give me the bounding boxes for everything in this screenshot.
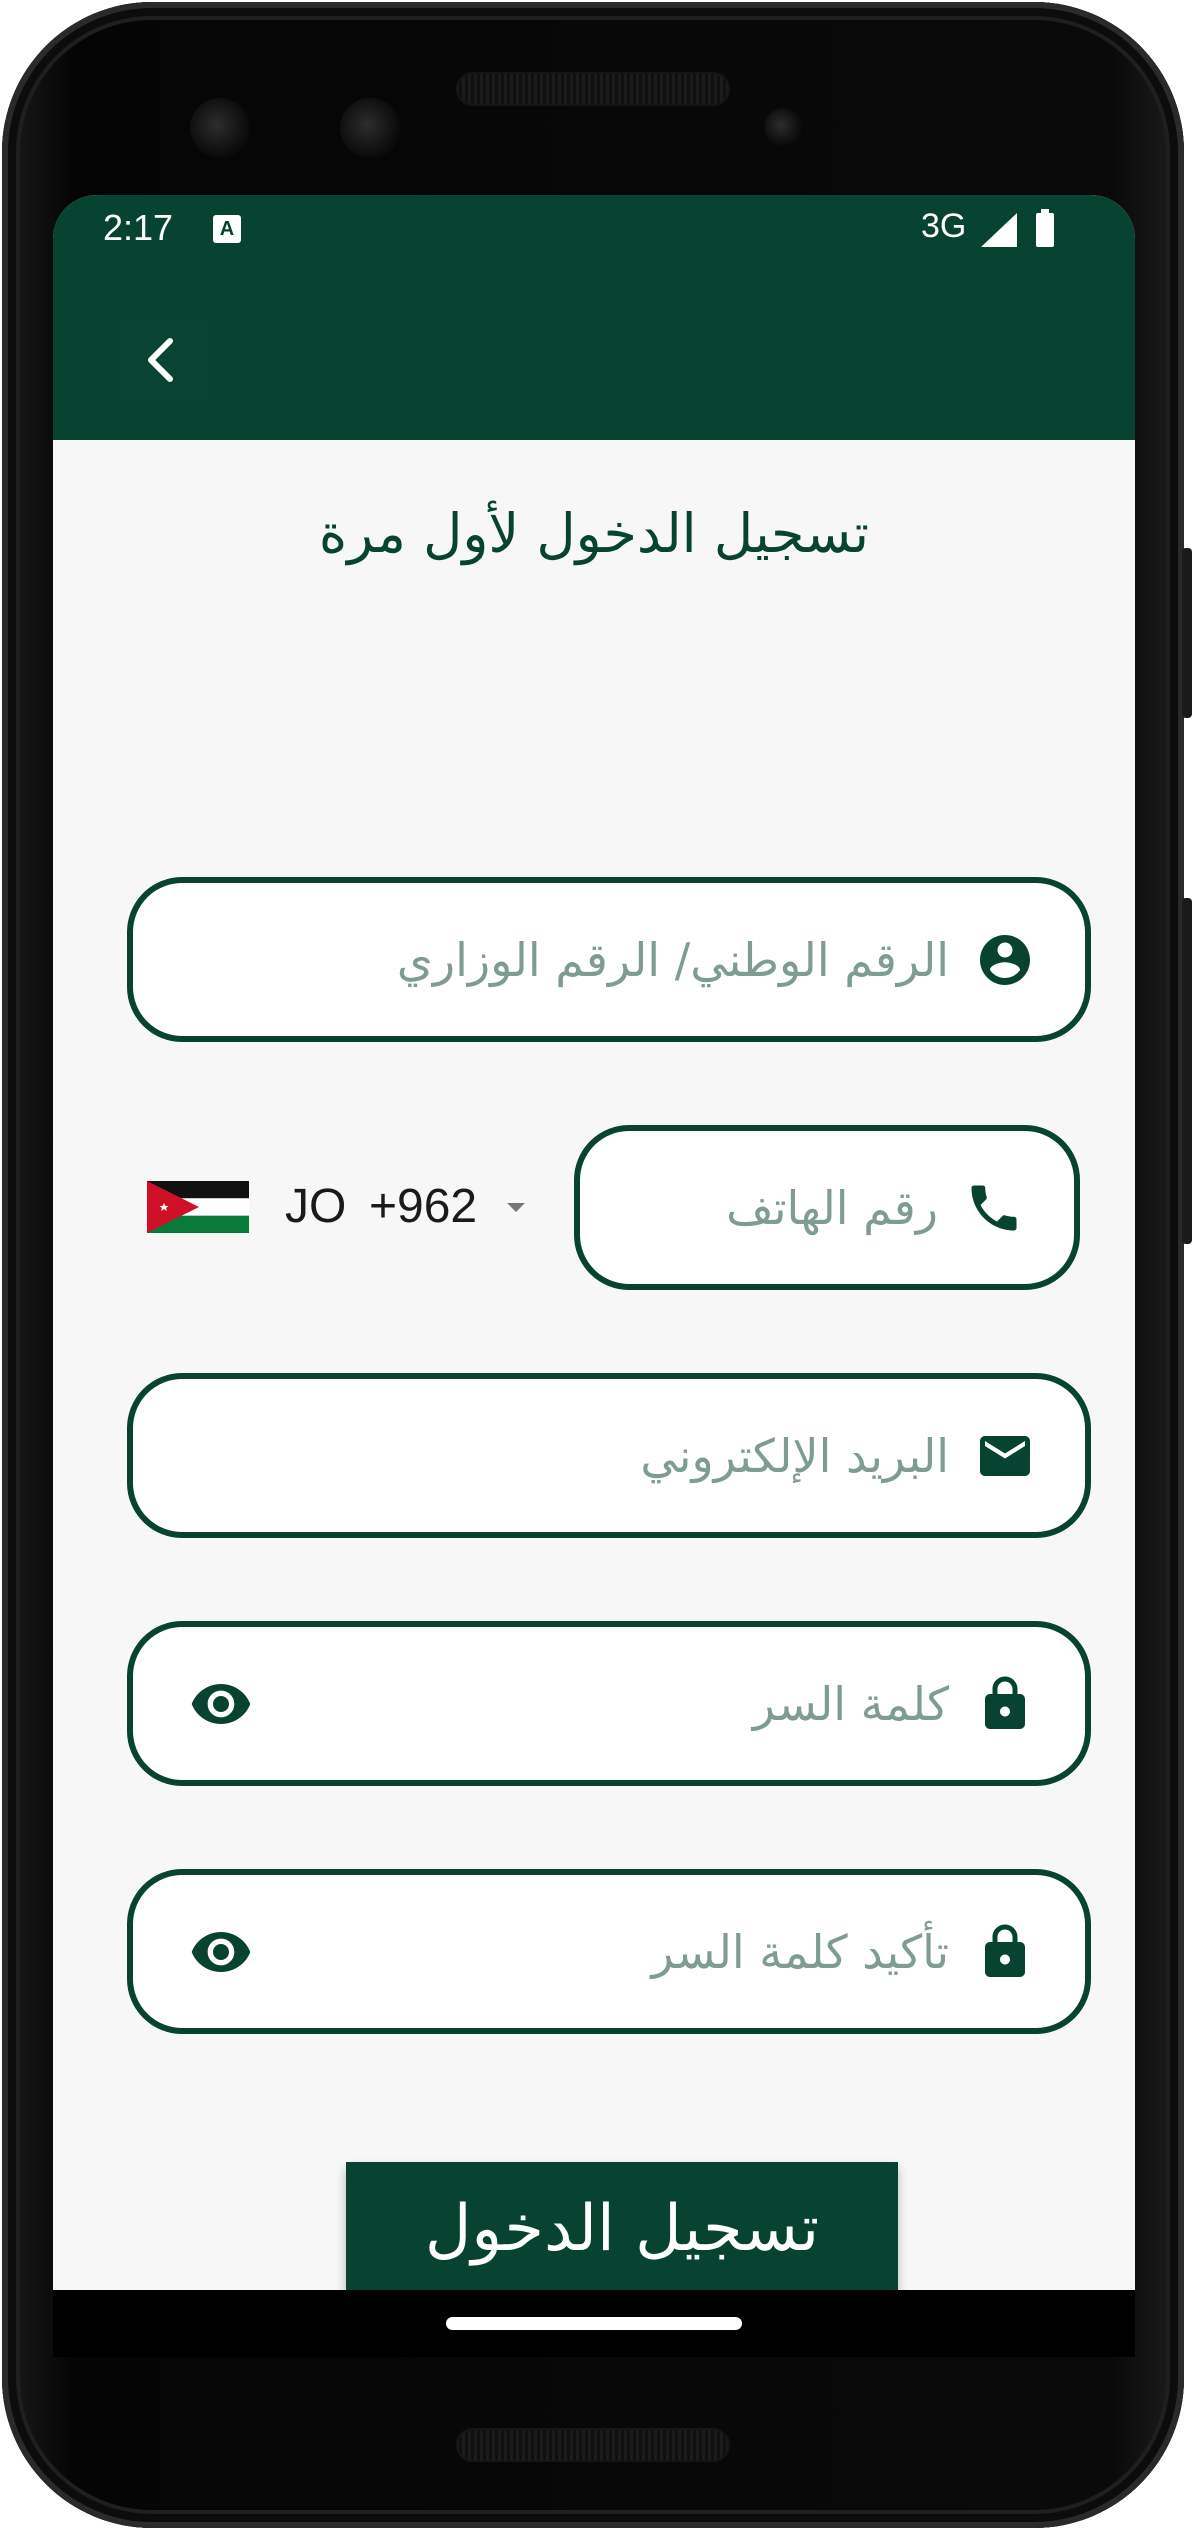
account-circle-icon: [980, 934, 1030, 985]
dropdown-arrow-icon: [507, 1203, 525, 1212]
country-code-picker[interactable]: JO +962: [147, 1125, 567, 1290]
national-id-placeholder: الرقم الوطني/ الرقم الوزاري: [396, 932, 949, 987]
password-field[interactable]: كلمة السر: [127, 1621, 1091, 1786]
phone-field[interactable]: رقم الهاتف: [574, 1125, 1080, 1290]
password-placeholder: كلمة السر: [752, 1676, 949, 1731]
login-button[interactable]: تسجيل الدخول: [346, 2162, 898, 2296]
network-type: 3G: [921, 207, 967, 245]
top-speaker: [456, 72, 730, 106]
jordan-flag-icon: [147, 1181, 249, 1233]
phone-icon: [971, 1185, 1017, 1230]
confirm-password-field[interactable]: تأكيد كلمة السر: [127, 1869, 1091, 2034]
status-time: 2:17: [103, 207, 174, 248]
email-field[interactable]: البريد الإلكتروني: [127, 1373, 1091, 1538]
front-camera-icon: [190, 98, 250, 158]
email-placeholder: البريد الإلكتروني: [640, 1428, 949, 1483]
eye-icon[interactable]: [189, 1920, 253, 1984]
bottom-speaker: [456, 2428, 730, 2462]
eye-icon[interactable]: [189, 1672, 253, 1736]
front-camera-icon: [340, 98, 400, 158]
proximity-sensor-icon: [764, 108, 802, 146]
navigation-bar: [53, 2290, 1135, 2357]
home-indicator[interactable]: [446, 2317, 742, 2330]
page-title: تسجيل الدخول لأول مرة: [318, 502, 870, 565]
screen: 2:17 A 3G تسجيل الدخول لأول مرة الرقم ال…: [53, 195, 1135, 2357]
back-arrow-icon: [148, 338, 173, 382]
battery-icon: [1036, 209, 1054, 247]
dial-code: +962: [369, 1180, 478, 1233]
app-bar: [53, 265, 1135, 440]
status-bar: 2:17 A 3G: [53, 195, 1135, 265]
power-button: [1182, 548, 1192, 718]
mail-icon: [980, 1435, 1030, 1476]
confirm-password-placeholder: تأكيد كلمة السر: [651, 1924, 949, 1979]
notification-icon: A: [213, 215, 241, 243]
volume-button: [1182, 898, 1192, 1244]
lock-icon: [985, 1924, 1025, 1977]
back-button[interactable]: [117, 315, 207, 405]
signal-icon: [981, 213, 1017, 247]
lock-icon: [985, 1676, 1025, 1729]
phone-device: 2:17 A 3G تسجيل الدخول لأول مرة الرقم ال…: [0, 0, 1194, 2532]
phone-placeholder: رقم الهاتف: [726, 1180, 938, 1235]
form-content: تسجيل الدخول لأول مرة الرقم الوطني/ الرق…: [53, 440, 1135, 2357]
national-id-field[interactable]: الرقم الوطني/ الرقم الوزاري: [127, 877, 1091, 1042]
country-code: JO: [285, 1180, 347, 1233]
